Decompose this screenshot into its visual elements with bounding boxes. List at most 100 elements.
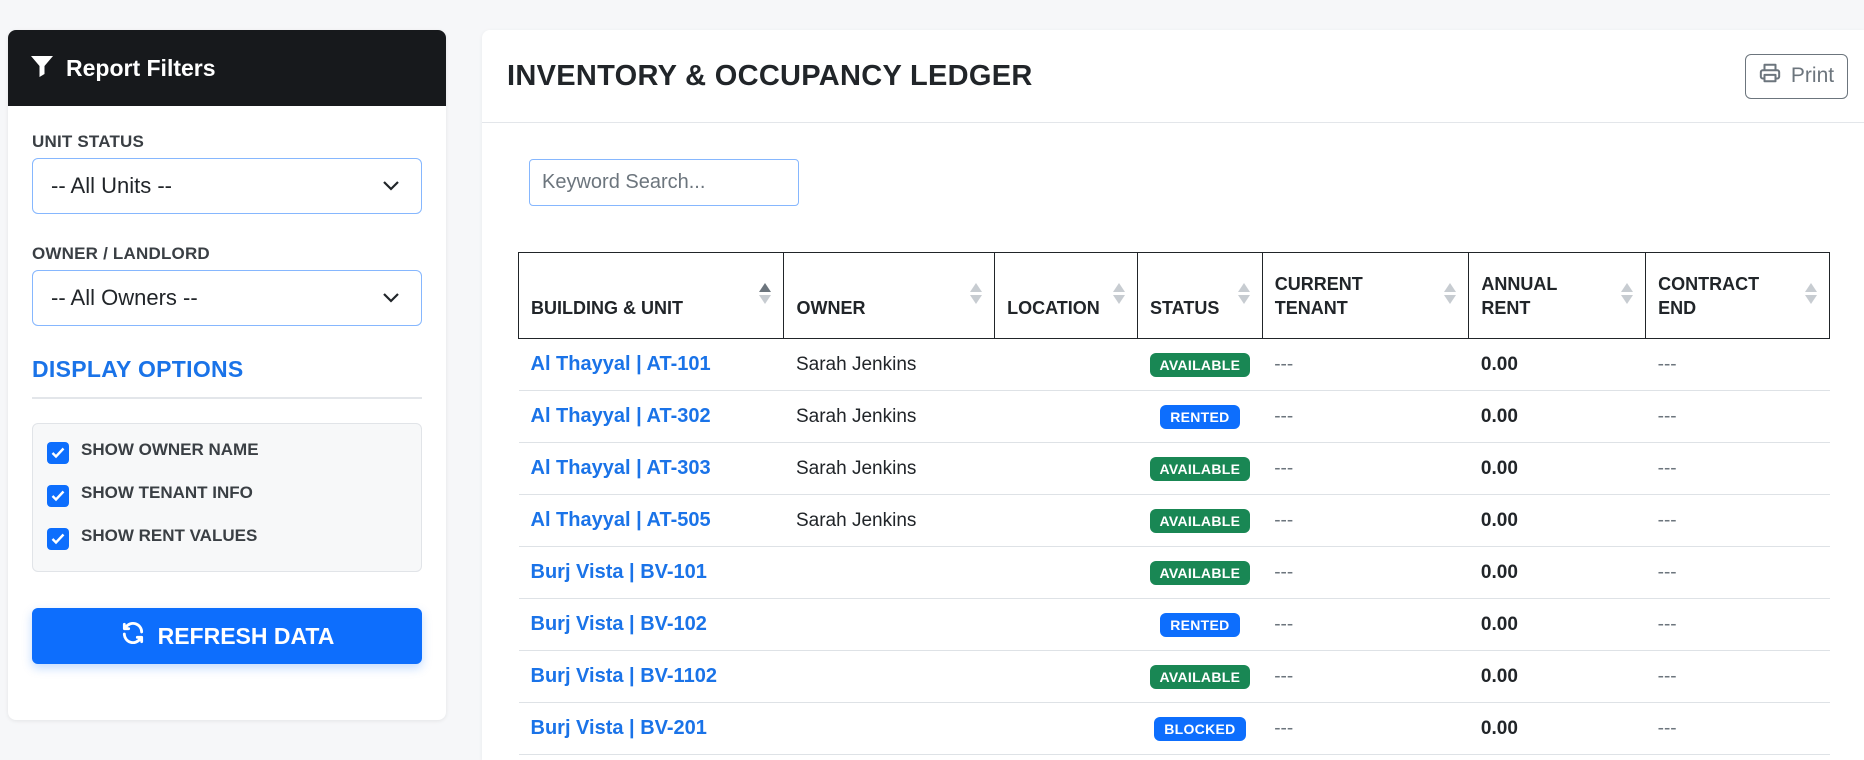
tenant-cell: ---: [1262, 598, 1469, 651]
rent-cell: 0.00: [1468, 442, 1646, 495]
contract-end-cell: ---: [1645, 338, 1830, 391]
refresh-label: REFRESH DATA: [157, 622, 335, 649]
contract-end-cell: ---: [1645, 442, 1830, 495]
checkbox-checked-icon[interactable]: [47, 442, 69, 464]
table-row: Al Thayyal | AT-505 Sarah Jenkins AVAILA…: [518, 494, 1830, 547]
option-label: SHOW OWNER NAME: [81, 440, 259, 459]
owner-cell: Sarah Jenkins: [783, 390, 995, 443]
table-row: Burj Vista | BV-1102 AVAILABLE --- 0.00 …: [518, 650, 1830, 703]
display-options-box: SHOW OWNER NAME SHOW TENANT INFO SHOW RE…: [32, 423, 422, 572]
refresh-data-button[interactable]: REFRESH DATA: [32, 608, 422, 664]
owner-select[interactable]: -- All Owners --: [32, 270, 422, 326]
unit-status-label: UNIT STATUS: [32, 132, 145, 151]
table-row: Burj Vista | BV-201 BLOCKED --- 0.00 ---: [518, 702, 1830, 755]
owner-cell: Sarah Jenkins: [783, 494, 995, 547]
owner-cell: Sarah Jenkins: [783, 338, 995, 391]
unit-status-select[interactable]: -- All Units --: [32, 158, 422, 214]
status-cell: AVAILABLE: [1137, 442, 1263, 495]
unit-link[interactable]: Burj Vista | BV-201: [518, 702, 784, 755]
table-header-row: BUILDING & UNIT OWNER LOCATION STATUS CU…: [517, 252, 1830, 339]
option-label: SHOW TENANT INFO: [81, 483, 253, 502]
status-cell: AVAILABLE: [1137, 338, 1263, 391]
sort-icon: [759, 283, 772, 304]
location-cell: [994, 390, 1138, 443]
unit-link[interactable]: Al Thayyal | AT-302: [518, 390, 784, 443]
refresh-icon: [120, 620, 146, 652]
col-header-location[interactable]: LOCATION: [994, 252, 1138, 339]
unit-link[interactable]: Al Thayyal | AT-101: [518, 338, 784, 391]
chevron-down-icon: [381, 288, 401, 308]
col-header-status[interactable]: STATUS: [1137, 252, 1263, 339]
tenant-cell: ---: [1262, 650, 1469, 703]
tenant-cell: ---: [1262, 442, 1469, 495]
contract-end-cell: ---: [1645, 390, 1830, 443]
keyword-search-input[interactable]: [529, 159, 799, 206]
status-badge: BLOCKED: [1154, 716, 1246, 741]
col-header-owner[interactable]: OWNER: [783, 252, 996, 339]
unit-link[interactable]: Al Thayyal | AT-505: [518, 494, 784, 547]
contract-end-cell: ---: [1645, 598, 1830, 651]
checkbox-checked-icon[interactable]: [47, 528, 69, 550]
col-header-current-tenant[interactable]: CURRENT TENANT: [1261, 252, 1470, 339]
contract-end-cell: ---: [1645, 546, 1830, 599]
printer-icon: [1759, 62, 1781, 90]
owner-label: OWNER / LANDLORD: [32, 244, 210, 263]
sort-icon: [1805, 283, 1817, 304]
option-show-owner[interactable]: SHOW OWNER NAME: [47, 436, 407, 464]
sort-icon: [970, 283, 983, 304]
rent-cell: 0.00: [1468, 390, 1646, 443]
filters-sidebar: Report Filters UNIT STATUS -- All Units …: [8, 30, 446, 720]
col-header-contract-end[interactable]: CONTRACT END: [1645, 252, 1830, 339]
location-cell: [994, 598, 1138, 651]
col-header-annual-rent[interactable]: ANNUAL RENT: [1468, 252, 1647, 339]
unit-link[interactable]: Burj Vista | BV-101: [518, 546, 784, 599]
tenant-cell: ---: [1262, 494, 1469, 547]
display-options-title: DISPLAY OPTIONS: [32, 356, 422, 399]
option-show-tenant[interactable]: SHOW TENANT INFO: [47, 479, 407, 507]
status-cell: AVAILABLE: [1137, 494, 1263, 547]
owner-cell: [783, 702, 995, 755]
filters-header: Report Filters: [8, 30, 446, 106]
status-badge: AVAILABLE: [1149, 664, 1251, 689]
option-label: SHOW RENT VALUES: [81, 526, 258, 545]
table-row: Al Thayyal | AT-303 Sarah Jenkins AVAILA…: [518, 442, 1830, 495]
unit-link[interactable]: Burj Vista | BV-102: [518, 598, 784, 651]
contract-end-cell: ---: [1645, 650, 1830, 703]
status-badge: RENTED: [1160, 612, 1240, 637]
owner-value: -- All Owners --: [51, 285, 198, 310]
location-cell: [994, 494, 1138, 547]
contract-end-cell: ---: [1645, 702, 1830, 755]
status-cell: RENTED: [1137, 390, 1263, 443]
rent-cell: 0.00: [1468, 650, 1646, 703]
status-cell: AVAILABLE: [1137, 546, 1263, 599]
option-show-rent[interactable]: SHOW RENT VALUES: [47, 522, 407, 550]
status-badge: AVAILABLE: [1149, 456, 1251, 481]
sort-icon: [1621, 283, 1634, 304]
contract-end-cell: ---: [1645, 494, 1830, 547]
col-header-building-unit[interactable]: BUILDING & UNIT: [517, 252, 785, 339]
print-label: Print: [1790, 64, 1835, 87]
rent-cell: 0.00: [1468, 494, 1646, 547]
chevron-down-icon: [381, 176, 401, 196]
page-title: INVENTORY & OCCUPANCY LEDGER: [507, 59, 1033, 92]
tenant-cell: ---: [1262, 546, 1469, 599]
status-badge: AVAILABLE: [1149, 560, 1251, 585]
tenant-cell: ---: [1262, 390, 1469, 443]
owner-cell: Sarah Jenkins: [783, 442, 995, 495]
unit-link[interactable]: Al Thayyal | AT-303: [518, 442, 784, 495]
ledger-table: BUILDING & UNIT OWNER LOCATION STATUS CU…: [517, 252, 1830, 755]
status-cell: RENTED: [1137, 598, 1263, 651]
owner-cell: [783, 650, 995, 703]
owner-cell: [783, 546, 995, 599]
unit-link[interactable]: Burj Vista | BV-1102: [518, 650, 784, 703]
ledger-header: INVENTORY & OCCUPANCY LEDGER Print: [482, 30, 1864, 123]
tenant-cell: ---: [1262, 338, 1469, 391]
checkbox-checked-icon[interactable]: [47, 485, 69, 507]
location-cell: [994, 442, 1138, 495]
status-badge: RENTED: [1160, 404, 1240, 429]
print-button[interactable]: Print: [1745, 53, 1848, 99]
tenant-cell: ---: [1262, 702, 1469, 755]
sort-icon: [1237, 283, 1250, 304]
filters-title: Report Filters: [66, 54, 216, 81]
filter-icon: [30, 54, 54, 83]
